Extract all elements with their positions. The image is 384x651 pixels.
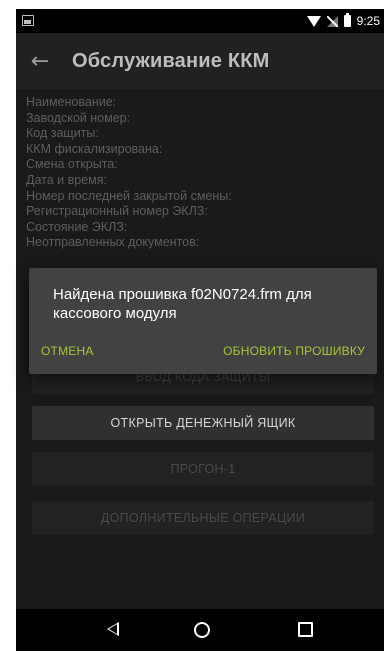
open-drawer-button[interactable]: ОТКРЫТЬ ДЕНЕЖНЫЙ ЯЩИК [32,406,374,440]
nav-recents-icon[interactable] [298,622,313,637]
navigation-bar [16,609,384,651]
info-eklz-reg: Регистрационный номер ЭКЛЗ: [26,204,208,219]
nav-home-icon[interactable] [194,622,210,638]
info-fiscalized: ККМ фискализирована: [26,141,163,156]
signal-icon [326,15,338,27]
info-serial: Заводской номер: [26,110,131,125]
info-protection-code: Код защиты: [26,126,99,141]
info-datetime: Дата и время: [26,172,107,187]
status-icons: 9:25 [306,13,380,29]
run-button[interactable]: ПРОГОН-1 [32,452,374,486]
battery-icon [343,13,351,27]
status-bar: 9:25 [16,9,384,33]
back-arrow-icon[interactable]: ← [16,33,64,89]
info-list: Наименование: Заводской номер: Код защит… [26,95,232,251]
cancel-button[interactable]: ОТМЕНА [41,344,94,358]
info-unsent-docs: Неотправленных документов: [26,235,200,250]
notification-icon [22,15,34,26]
page-title: Обслуживание ККМ [72,49,270,72]
status-time: 9:25 [356,14,380,28]
app-bar: ← Обслуживание ККМ [16,33,384,89]
dialog-message: Найдена прошивка f02N0724.frm для кассов… [53,286,312,322]
left-gutter [0,9,16,651]
info-name: Наименование: [26,95,117,109]
info-eklz-state: Состояние ЭКЛЗ: [26,219,128,234]
nav-back-icon[interactable] [107,622,119,636]
wifi-icon [306,15,321,27]
update-firmware-button[interactable]: ОБНОВИТЬ ПРОШИВКУ [223,344,365,358]
top-strip [0,0,384,9]
info-last-shift: Номер последней закрытой смены: [26,188,232,203]
extra-operations-button[interactable]: ДОПОЛНИТЕЛЬНЫЕ ОПЕРАЦИИ [32,501,374,535]
info-shift-open: Смена открыта: [26,157,118,172]
firmware-dialog: Найдена прошивка f02N0724.frm для кассов… [29,268,377,374]
